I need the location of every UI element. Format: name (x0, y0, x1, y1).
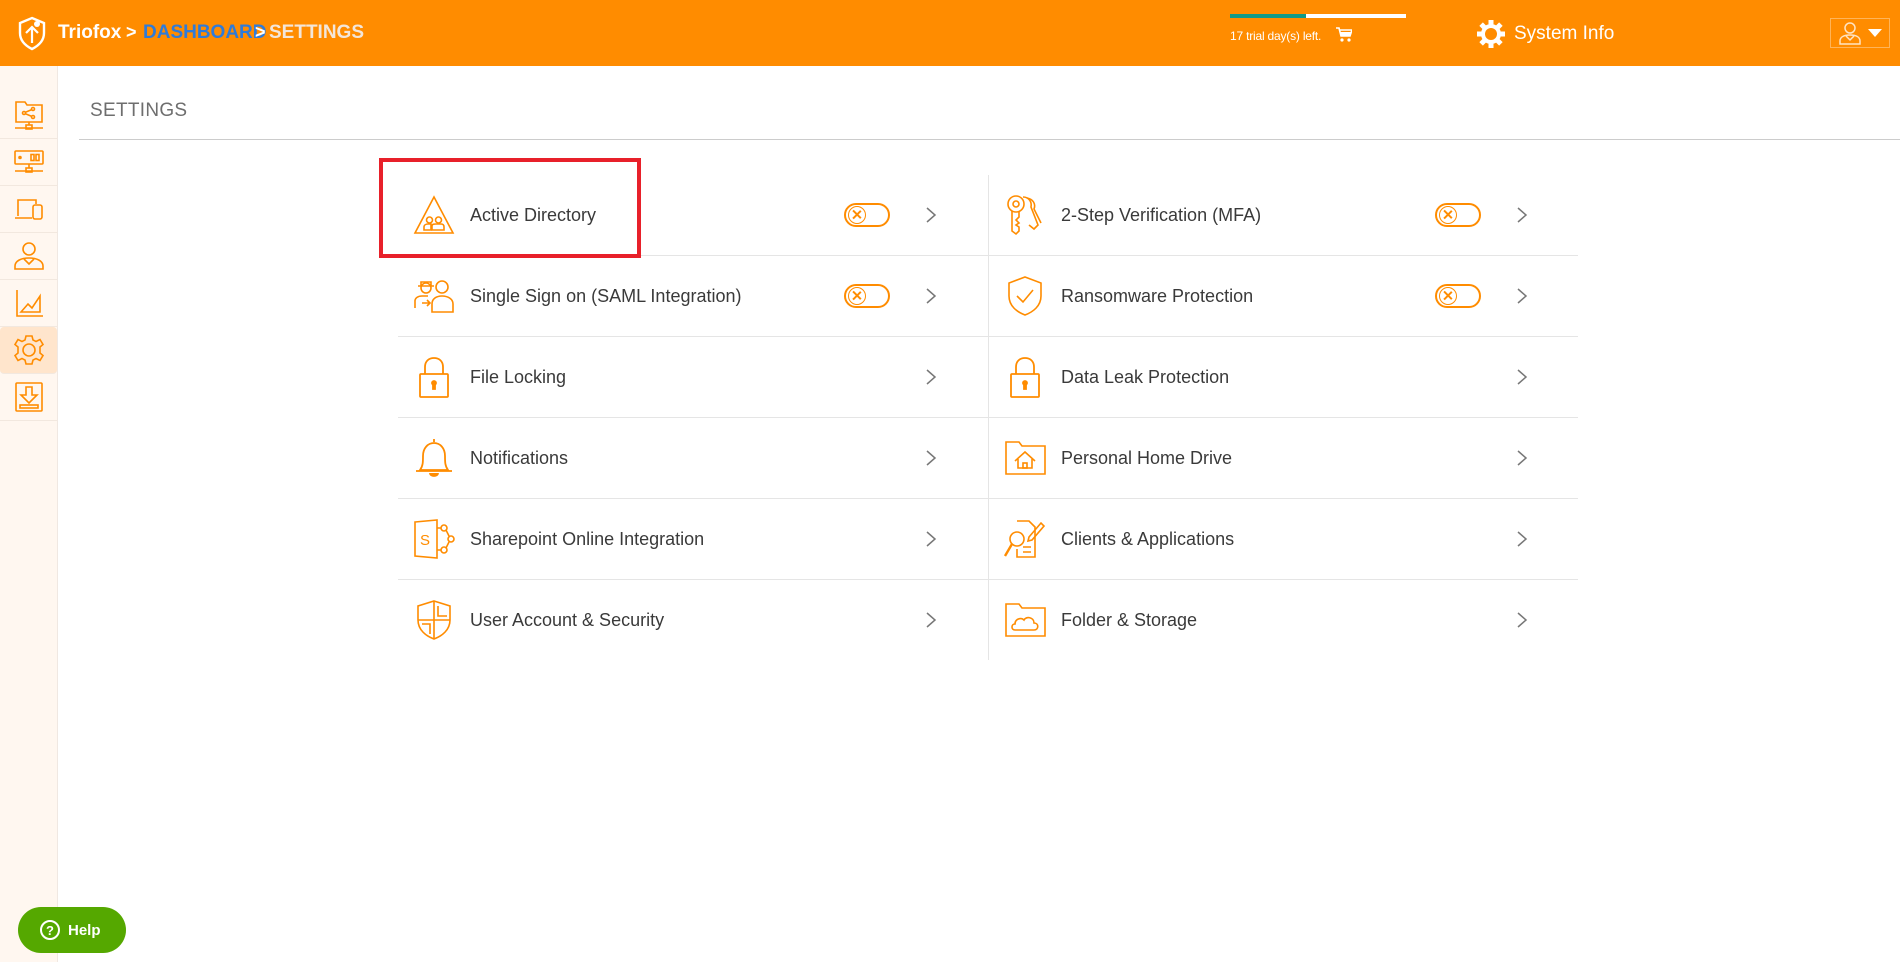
setting-label: Folder & Storage (1061, 609, 1198, 630)
page-title: SETTINGS (90, 100, 188, 121)
toggle-off-icon (1439, 206, 1457, 224)
sidebar-item-cloud-file-server[interactable] (0, 92, 57, 139)
setting-label: Notifications (470, 447, 569, 468)
trial-progress-bar (1230, 14, 1406, 18)
setting-single-sign-on[interactable]: Single Sign on (SAML Integration) (398, 256, 988, 337)
clients-apps-icon (1003, 520, 1046, 558)
chevron-right-icon[interactable] (1516, 287, 1528, 305)
lock-icon (419, 357, 449, 398)
breadcrumb-separator: > (255, 22, 266, 42)
chevron-right-icon[interactable] (925, 530, 937, 548)
setting-notifications[interactable]: Notifications (398, 418, 988, 499)
help-icon: ? (40, 920, 60, 940)
setting-file-locking[interactable]: File Locking (398, 337, 988, 418)
setting-data-leak-protection[interactable]: Data Leak Protection (988, 337, 1578, 418)
devices-icon (14, 199, 43, 220)
chevron-right-icon[interactable] (925, 611, 937, 629)
sidebar-item-reports[interactable] (0, 280, 57, 327)
breadcrumb-dashboard-link[interactable]: DASHBOARD (143, 22, 267, 44)
chevron-right-icon[interactable] (1516, 449, 1528, 467)
user-icon (13, 242, 44, 270)
triofox-logo-icon[interactable] (16, 15, 48, 51)
chevron-right-icon[interactable] (925, 368, 937, 386)
setting-label: Data Leak Protection (1061, 366, 1230, 387)
setting-ransomware-protection[interactable]: Ransomware Protection (988, 256, 1578, 337)
top-header: Triofox > DASHBOARD > SETTINGS 17 trial … (0, 0, 1900, 66)
user-menu-button[interactable] (1830, 18, 1890, 48)
setting-label: File Locking (470, 366, 567, 387)
sidebar-item-settings[interactable] (0, 327, 57, 374)
setting-2-step-verification[interactable]: 2-Step Verification (MFA) (988, 175, 1578, 256)
breadcrumb-separator: > (126, 22, 137, 42)
setting-clients-applications[interactable]: Clients & Applications (988, 499, 1578, 580)
sidebar-item-devices[interactable] (0, 186, 57, 233)
shield-grid-icon (417, 600, 451, 640)
setting-label: 2-Step Verification (MFA) (1061, 204, 1262, 225)
setting-folder-storage[interactable]: Folder & Storage (988, 580, 1578, 660)
setting-label: Single Sign on (SAML Integration) (470, 285, 742, 306)
chart-icon (15, 290, 43, 317)
sidebar-item-downloads[interactable] (0, 374, 57, 421)
gear-icon (1477, 20, 1505, 48)
system-info-label: System Info (1514, 23, 1615, 44)
setting-personal-home-drive[interactable]: Personal Home Drive (988, 418, 1578, 499)
keys-icon (1007, 195, 1042, 236)
brand-name[interactable]: Triofox (58, 22, 121, 44)
chevron-right-icon[interactable] (925, 287, 937, 305)
setting-label: Sharepoint Online Integration (470, 528, 705, 549)
server-network-icon (13, 150, 44, 173)
setting-label: Ransomware Protection (1061, 285, 1254, 306)
help-label: Help (68, 921, 101, 939)
shared-folder-network-icon (14, 101, 43, 130)
active-directory-icon (413, 195, 455, 234)
bell-icon (416, 439, 452, 477)
setting-active-directory[interactable]: Active Directory (398, 175, 988, 256)
chevron-right-icon[interactable] (925, 449, 937, 467)
breadcrumb-current: SETTINGS (269, 22, 365, 43)
toggle-off-icon (848, 206, 866, 224)
system-info-button[interactable]: System Info (1476, 18, 1614, 50)
toggle-off-icon (848, 287, 866, 305)
setting-sharepoint-online[interactable]: S Sharepoint Online Integration (398, 499, 988, 580)
mfa-toggle[interactable] (1435, 203, 1481, 227)
help-button[interactable]: ? Help (18, 907, 126, 953)
setting-user-account-security[interactable]: User Account & Security (398, 580, 988, 660)
trial-days-text: 17 trial day(s) left. (1230, 29, 1322, 43)
home-folder-icon (1005, 441, 1046, 475)
setting-label: Personal Home Drive (1061, 447, 1233, 468)
setting-label: User Account & Security (470, 609, 665, 630)
sso-toggle[interactable] (844, 284, 890, 308)
divider (79, 139, 1900, 140)
chevron-down-icon (1868, 29, 1882, 37)
sidebar-item-servers[interactable] (0, 139, 57, 186)
user-icon (1839, 22, 1861, 45)
sharepoint-icon: S (414, 519, 455, 559)
cart-icon[interactable] (1336, 27, 1352, 42)
settings-grid: Active Directory 2-Step Verification (MF… (398, 175, 1578, 660)
chevron-right-icon[interactable] (1516, 206, 1528, 224)
chevron-right-icon[interactable] (1516, 530, 1528, 548)
trial-progress-fill (1230, 14, 1306, 18)
download-icon (14, 382, 43, 412)
setting-label: Active Directory (470, 204, 597, 225)
sidebar-item-users[interactable] (0, 233, 57, 280)
chevron-right-icon[interactable] (1516, 611, 1528, 629)
setting-label: Clients & Applications (1061, 528, 1235, 549)
lock-icon (1010, 357, 1040, 398)
cloud-folder-icon (1005, 603, 1046, 637)
ransomware-toggle[interactable] (1435, 284, 1481, 308)
toggle-off-icon (1439, 287, 1457, 305)
chevron-right-icon[interactable] (1516, 368, 1528, 386)
shield-check-icon (1008, 276, 1042, 316)
svg-text:S: S (420, 532, 430, 549)
sidebar (0, 66, 58, 962)
chevron-right-icon[interactable] (925, 206, 937, 224)
gear-icon (13, 335, 44, 365)
active-directory-toggle[interactable] (844, 203, 890, 227)
sso-icon (414, 280, 454, 313)
